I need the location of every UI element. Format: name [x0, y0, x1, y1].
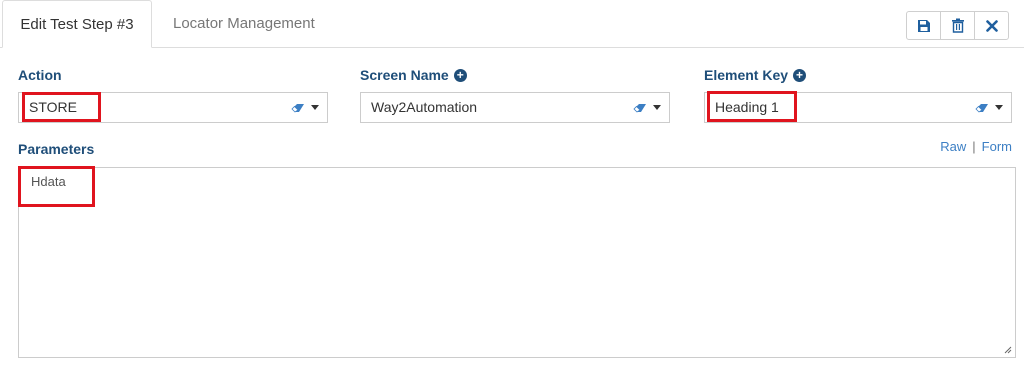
action-highlight — [22, 92, 101, 122]
tab-edit-test-step[interactable]: Edit Test Step #3 — [2, 0, 152, 48]
parameters-label: Parameters — [18, 141, 95, 157]
chevron-down-icon[interactable] — [311, 105, 319, 110]
tab-bar: Edit Test Step #3 Locator Management — [0, 0, 1024, 48]
raw-link[interactable]: Raw — [940, 139, 966, 154]
trash-icon — [951, 18, 964, 33]
eraser-icon[interactable] — [633, 103, 647, 113]
delete-button[interactable] — [940, 11, 975, 40]
form-link[interactable]: Form — [982, 139, 1012, 154]
close-button[interactable] — [974, 11, 1009, 40]
resize-handle-icon[interactable] — [1003, 345, 1012, 354]
save-icon — [917, 19, 930, 32]
element-key-highlight — [707, 91, 797, 122]
chevron-down-icon[interactable] — [653, 105, 661, 110]
parameters-highlight — [18, 166, 95, 207]
eraser-icon[interactable] — [291, 103, 305, 113]
element-key-label: Element Key + — [704, 67, 807, 83]
mode-separator: | — [972, 139, 976, 154]
action-label: Action — [18, 67, 62, 83]
toolbar — [906, 11, 1009, 40]
close-icon — [985, 19, 998, 32]
screen-name-select[interactable]: Way2Automation — [360, 92, 670, 123]
screen-name-value: Way2Automation — [371, 99, 478, 115]
save-button[interactable] — [906, 11, 941, 40]
parameter-mode-links: Raw | Form — [940, 139, 1012, 154]
screen-name-label: Screen Name + — [360, 67, 467, 83]
add-screen-icon[interactable]: + — [453, 68, 467, 82]
eraser-icon[interactable] — [975, 103, 989, 113]
tab-locator-management[interactable]: Locator Management — [173, 0, 315, 47]
add-element-icon[interactable]: + — [793, 68, 807, 82]
chevron-down-icon[interactable] — [995, 105, 1003, 110]
parameters-textarea[interactable]: Hdata — [18, 167, 1016, 358]
